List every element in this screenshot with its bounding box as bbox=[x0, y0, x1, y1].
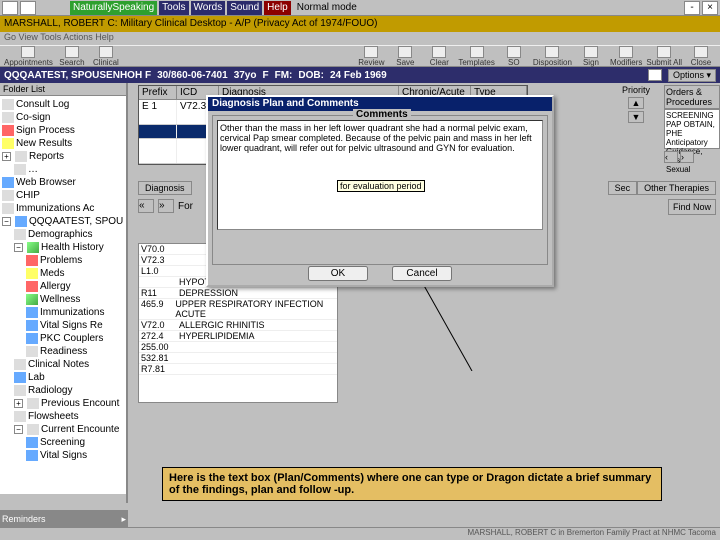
mode-label: Normal mode bbox=[293, 2, 361, 13]
tree-item[interactable]: PKC Couplers bbox=[0, 332, 126, 345]
patient-dob: 24 Feb 1969 bbox=[330, 70, 387, 81]
tree-item[interactable]: Problems bbox=[0, 254, 126, 267]
close-icon[interactable]: × bbox=[702, 1, 718, 15]
folder-list: Folder List Consult LogCo-signSign Proce… bbox=[0, 83, 128, 503]
tooltip: for evaluation period bbox=[337, 180, 425, 192]
flag-icon bbox=[648, 69, 662, 81]
toolbar: Appointments Search Clinical Review Save… bbox=[0, 45, 720, 67]
modifiers-button[interactable]: Modifiers bbox=[610, 46, 642, 67]
tree-item[interactable]: +Reports bbox=[0, 150, 126, 163]
patient-dob-label: DOB: bbox=[298, 70, 324, 81]
ok-button[interactable]: OK bbox=[308, 266, 368, 281]
find-prev-icon[interactable]: « bbox=[138, 199, 154, 213]
tree-item[interactable]: Lab bbox=[0, 371, 126, 384]
search-button[interactable]: Search bbox=[57, 46, 87, 67]
window-title: MARSHALL, ROBERT C: Military Clinical De… bbox=[0, 16, 720, 32]
tree-item[interactable]: Allergy bbox=[0, 280, 126, 293]
tree-item[interactable]: Consult Log bbox=[0, 98, 126, 111]
patient-ssn: 30/860-06-7401 bbox=[157, 70, 228, 81]
tab-sec[interactable]: Sec bbox=[608, 181, 638, 195]
tree-item[interactable]: Screening bbox=[0, 436, 126, 449]
clinical-button[interactable]: Clinical bbox=[91, 46, 121, 67]
code-row[interactable]: 465.9UPPER RESPIRATORY INFECTION ACUTE bbox=[139, 299, 337, 320]
tree-item[interactable]: Vital Signs bbox=[0, 449, 126, 462]
tree-item[interactable]: Demographics bbox=[0, 228, 126, 241]
tree-item[interactable]: New Results bbox=[0, 137, 126, 150]
tree-item[interactable]: Immunizations bbox=[0, 306, 126, 319]
patient-banner: QQQAATEST, SPOUSENHOH F 30/860-06-7401 3… bbox=[0, 67, 720, 83]
tree-item[interactable]: Clinical Notes bbox=[0, 358, 126, 371]
code-row[interactable]: 272.4HYPERLIPIDEMIA bbox=[139, 331, 337, 342]
tree-item[interactable]: Web Browser bbox=[0, 176, 126, 189]
status-bar: MARSHALL, ROBERT C in Bremerton Family P… bbox=[0, 527, 720, 540]
patient-age: 37yo bbox=[234, 70, 257, 81]
tab-diagnosis[interactable]: Diagnosis bbox=[138, 181, 192, 195]
dragon-box[interactable] bbox=[2, 1, 18, 15]
cancel-button[interactable]: Cancel bbox=[392, 266, 452, 281]
reminders-bar[interactable]: Reminders▸ bbox=[0, 510, 128, 528]
patient-fmp: FM: bbox=[275, 70, 293, 81]
tree-item[interactable]: −QQQAATEST, SPOU bbox=[0, 215, 126, 228]
options-button[interactable]: Options ▾ bbox=[668, 69, 716, 82]
dragon-menu[interactable]: NaturallySpeaking bbox=[70, 1, 157, 15]
annotation-callout: Here is the text box (Plan/Comments) whe… bbox=[162, 467, 662, 501]
code-row[interactable]: V72.0ALLERGIC RHINITIS bbox=[139, 320, 337, 331]
tab-other[interactable]: Other Therapies bbox=[637, 181, 716, 195]
code-row[interactable]: R11DEPRESSION bbox=[139, 288, 337, 299]
orders-nav-left[interactable]: ‹ bbox=[664, 151, 678, 163]
sound-menu[interactable]: Sound bbox=[227, 1, 262, 15]
comments-legend: Comments bbox=[353, 109, 411, 120]
tree-item[interactable]: Co-sign bbox=[0, 111, 126, 124]
plan-comments-dialog: Diagnosis Plan and Comments Comments for… bbox=[206, 95, 554, 287]
tree-item[interactable]: … bbox=[0, 163, 126, 176]
tree-item[interactable]: Vital Signs Re bbox=[0, 319, 126, 332]
tree-item[interactable]: Flowsheets bbox=[0, 410, 126, 423]
tree-item[interactable]: Readiness bbox=[0, 345, 126, 358]
code-row[interactable]: R7.81 bbox=[139, 364, 337, 375]
templates-button[interactable]: Templates bbox=[458, 46, 494, 67]
tree-item[interactable]: Radiology bbox=[0, 384, 126, 397]
tree-item[interactable]: −Health History bbox=[0, 241, 126, 254]
patient-name: QQQAATEST, SPOUSENHOH F bbox=[4, 70, 151, 81]
tree-item[interactable]: Wellness bbox=[0, 293, 126, 306]
priority-column: Priority ▲ ▼ bbox=[612, 85, 660, 123]
orders-panel: Orders & Procedures SCREENING PAP OBTAIN… bbox=[664, 85, 720, 163]
comments-textarea[interactable] bbox=[217, 120, 543, 230]
close-button[interactable]: Close bbox=[686, 46, 716, 67]
tree-item[interactable]: +Previous Encount bbox=[0, 397, 126, 410]
help-menu[interactable]: Help bbox=[264, 1, 291, 15]
code-row[interactable]: 532.81 bbox=[139, 353, 337, 364]
sign-button[interactable]: Sign bbox=[576, 46, 606, 67]
priority-up-icon[interactable]: ▲ bbox=[628, 97, 644, 109]
so-button[interactable]: SO bbox=[499, 46, 529, 67]
tree-item[interactable]: −Current Encounte bbox=[0, 423, 126, 436]
disposition-button[interactable]: Disposition bbox=[533, 46, 572, 67]
folder-title: Folder List bbox=[0, 83, 126, 96]
save-button[interactable]: Save bbox=[390, 46, 420, 67]
find-now-button[interactable]: Find Now bbox=[668, 199, 716, 215]
words-menu[interactable]: Words bbox=[191, 1, 226, 15]
dragon-mic-icon[interactable] bbox=[20, 1, 36, 15]
tree-item[interactable]: Sign Process bbox=[0, 124, 126, 137]
dragon-topbar: NaturallySpeaking Tools Words Sound Help… bbox=[0, 0, 720, 16]
orders-nav-right[interactable]: › bbox=[680, 151, 694, 163]
priority-down-icon[interactable]: ▼ bbox=[628, 111, 644, 123]
find-next-icon[interactable]: » bbox=[158, 199, 174, 213]
patient-sex: F bbox=[262, 70, 268, 81]
tools-menu[interactable]: Tools bbox=[159, 1, 188, 15]
code-row[interactable]: 255.00 bbox=[139, 342, 337, 353]
tree-item[interactable]: CHIP bbox=[0, 189, 126, 202]
minimize-icon[interactable]: - bbox=[684, 1, 700, 15]
review-button[interactable]: Review bbox=[356, 46, 386, 67]
tree-item[interactable]: Meds bbox=[0, 267, 126, 280]
tree-item[interactable]: Immunizations Ac bbox=[0, 202, 126, 215]
find-row: « » For bbox=[138, 199, 193, 213]
app-menubar[interactable]: Go View Tools Actions Help bbox=[0, 32, 720, 45]
appointments-button[interactable]: Appointments bbox=[4, 46, 53, 67]
submitall-button[interactable]: Submit All bbox=[646, 46, 682, 67]
find-label: For bbox=[178, 201, 193, 212]
clear-button[interactable]: Clear bbox=[424, 46, 454, 67]
